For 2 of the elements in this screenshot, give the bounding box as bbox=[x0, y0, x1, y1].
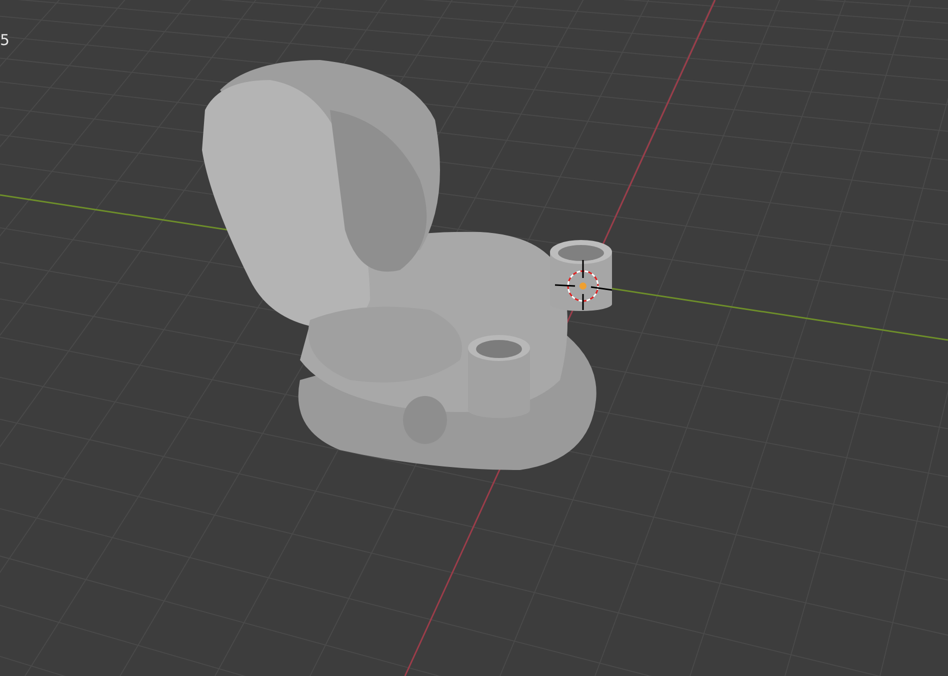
crosshair-cursor-icon bbox=[554, 260, 612, 310]
overlay-text: 5 bbox=[0, 31, 10, 49]
